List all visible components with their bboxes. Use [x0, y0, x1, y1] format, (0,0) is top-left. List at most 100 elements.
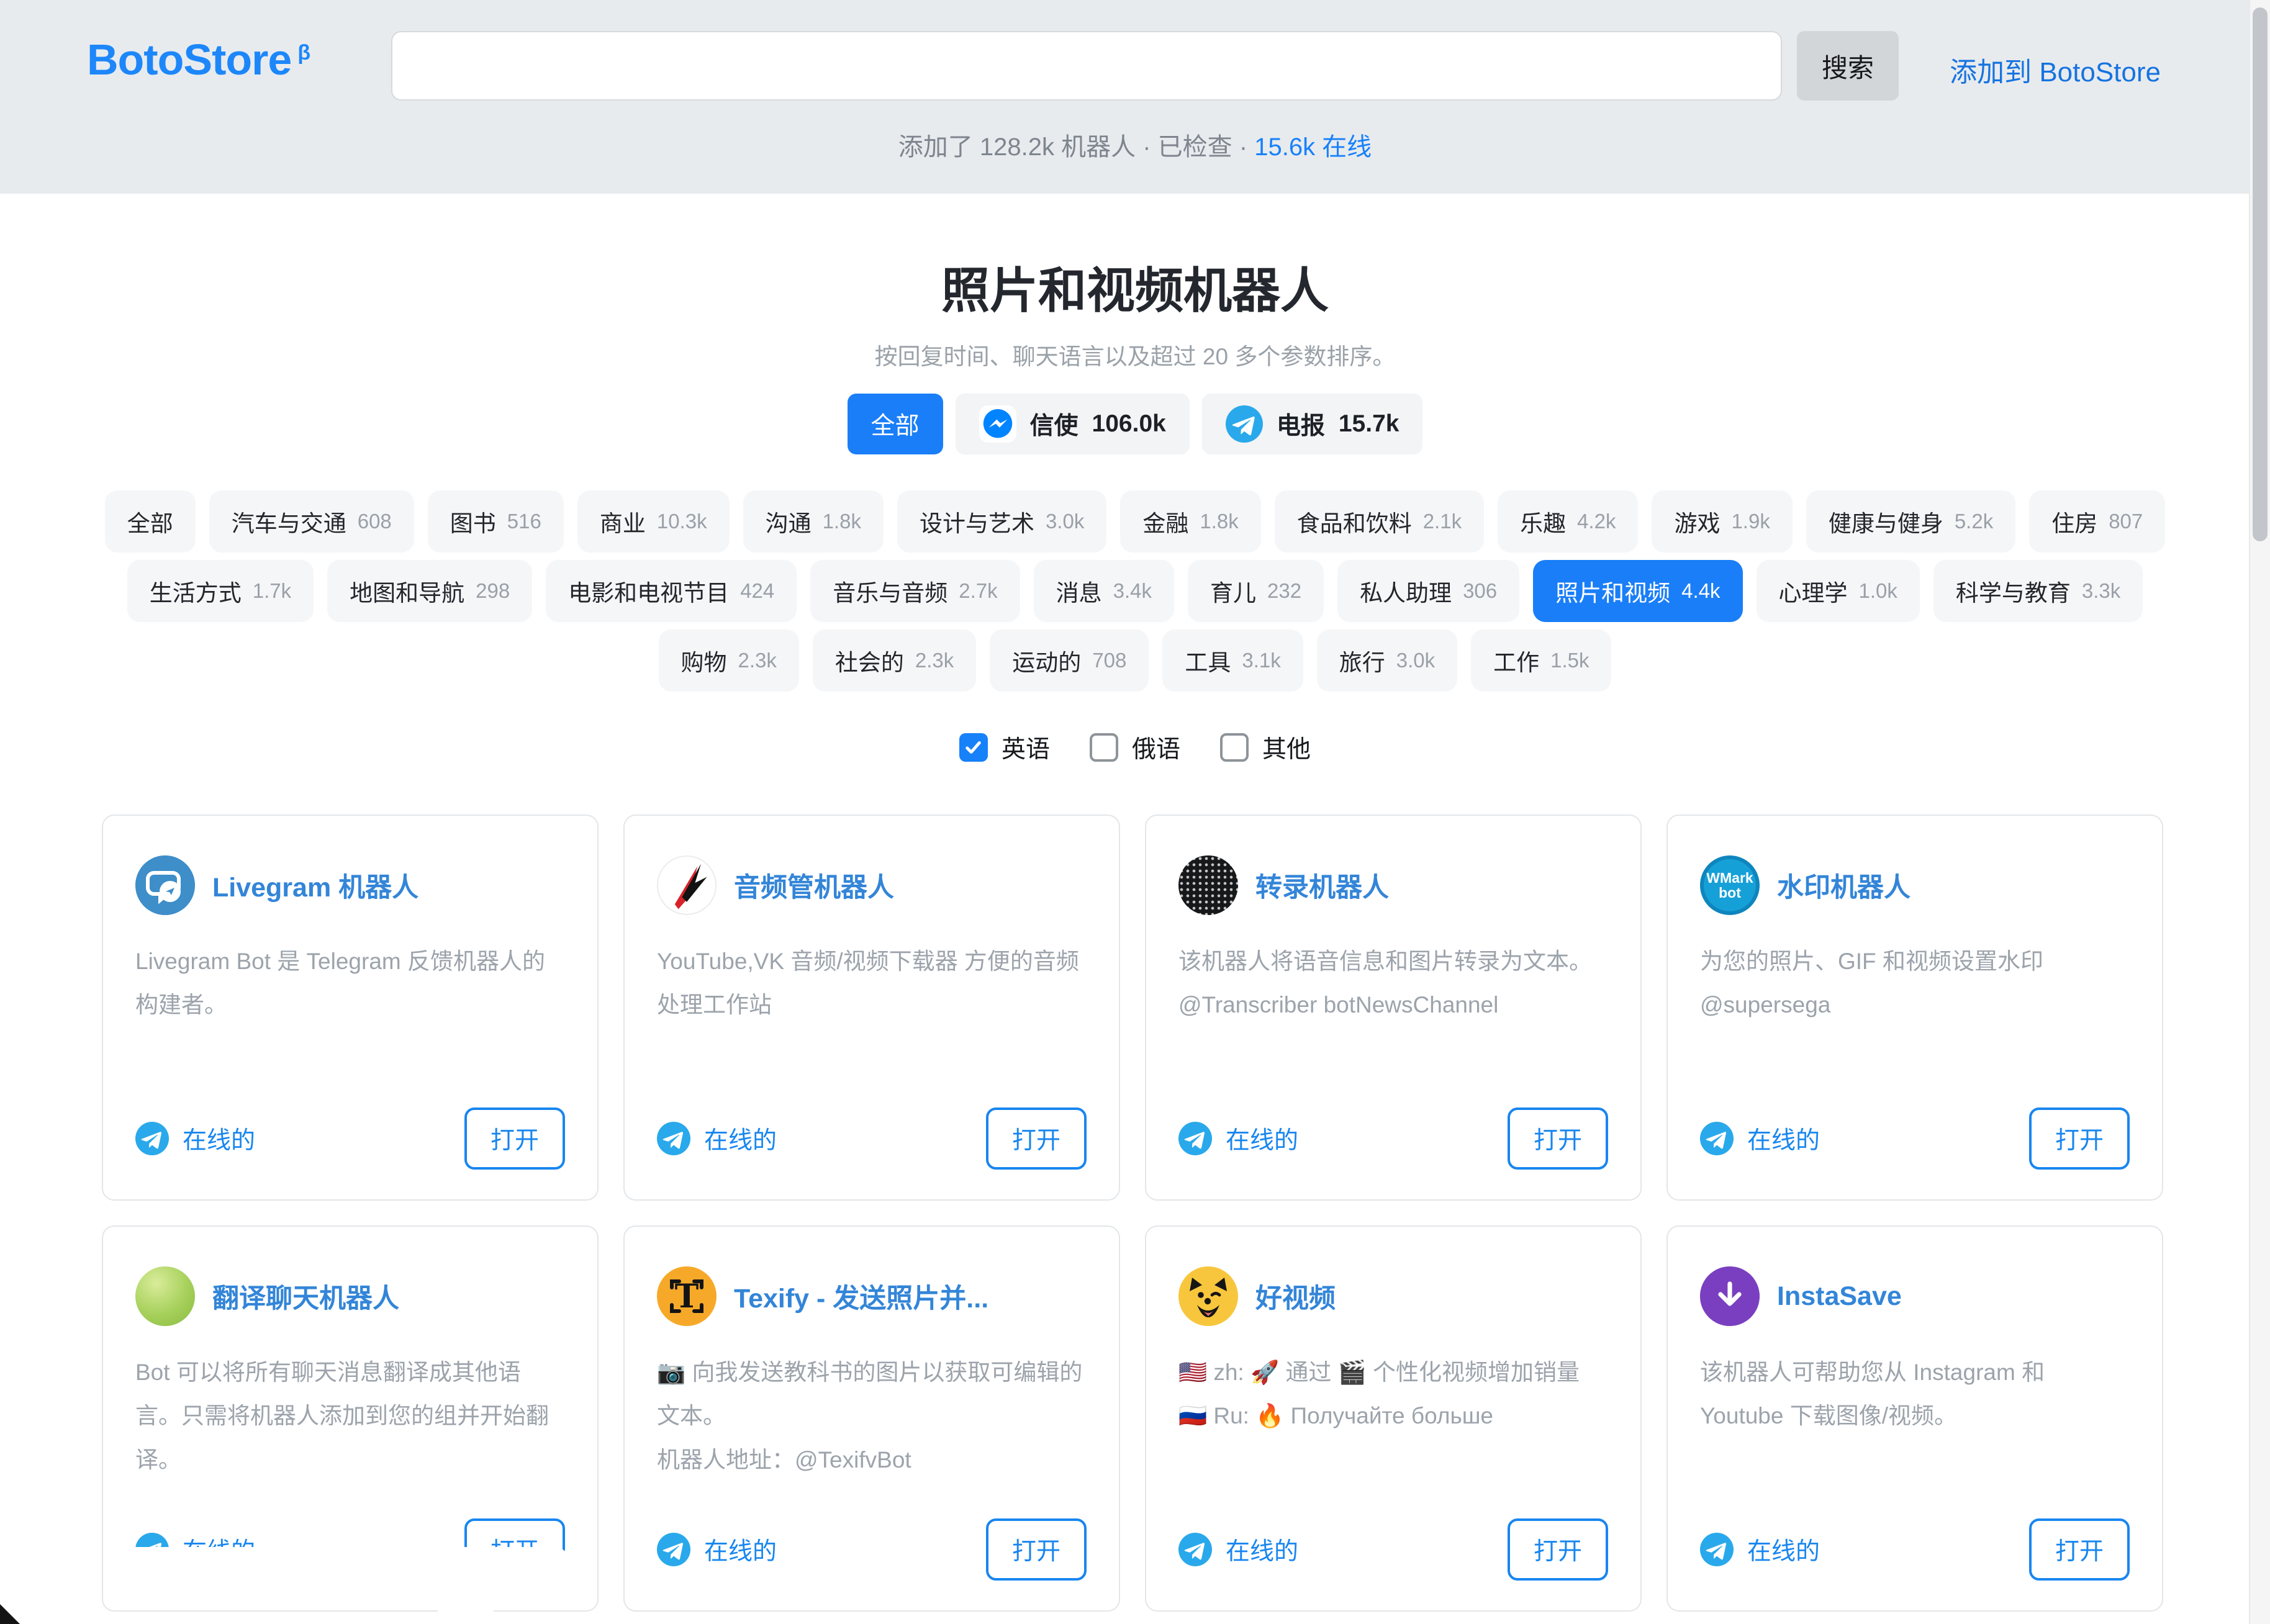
bot-card-footer: 在线的 打开: [1700, 1107, 2130, 1170]
category-tag[interactable]: 购物2.3k: [659, 629, 799, 692]
category-tag[interactable]: 科学与教育3.3k: [1933, 560, 2143, 622]
logo-text: BotoStore: [87, 35, 291, 84]
bot-status-label: 在线的: [1747, 1121, 1820, 1156]
category-tag[interactable]: 设计与艺术3.0k: [897, 490, 1106, 553]
bot-avatar-instasave-icon: [1700, 1266, 1760, 1326]
checkbox-unchecked-icon[interactable]: [1220, 733, 1249, 762]
category-tag[interactable]: 乐趣4.2k: [1498, 490, 1638, 553]
category-tag[interactable]: 运动的708: [990, 629, 1149, 692]
category-tag[interactable]: 地图和导航298: [327, 560, 532, 622]
category-tag[interactable]: 心理学1.0k: [1757, 560, 1920, 622]
category-tag[interactable]: 沟通1.8k: [743, 490, 884, 553]
logo[interactable]: BotoStoreβ: [87, 35, 310, 84]
category-tag[interactable]: 住房807: [2029, 490, 2165, 553]
scrollbar-track[interactable]: [2249, 0, 2270, 1624]
language-filter-row: 英语 俄语 其他: [0, 730, 2270, 765]
category-label: 社会的: [835, 644, 904, 677]
bot-title-link[interactable]: Livegram 机器人: [212, 866, 565, 904]
bot-avatar-wmark-icon: WMarkbot: [1700, 855, 1760, 915]
bot-card-header: Livegram 机器人: [135, 855, 565, 915]
open-button[interactable]: 打开: [2029, 1518, 2130, 1581]
category-tag[interactable]: 照片和视频4.4k: [1533, 560, 1742, 622]
category-label: 金融: [1142, 505, 1188, 538]
category-label: 照片和视频: [1555, 574, 1670, 608]
checkbox-checked-icon[interactable]: [959, 733, 988, 762]
platform-label: 信使: [1030, 407, 1078, 441]
search-button[interactable]: 搜索: [1797, 31, 1899, 101]
bot-card: Livegram 机器人 Livegram Bot 是 Telegram 反馈机器…: [102, 814, 599, 1201]
category-count: 424: [740, 579, 774, 603]
bot-status: 在线的: [657, 1121, 777, 1156]
stats-text: 添加了 128.2k 机器人 · 已检查 ·: [898, 133, 1254, 161]
logo-beta-badge: β: [297, 41, 310, 65]
bot-title-link[interactable]: 好视频: [1255, 1277, 1608, 1315]
bot-status: 在线的: [1700, 1121, 1820, 1156]
bot-title-link[interactable]: 翻译聊天机器人: [212, 1277, 565, 1315]
bot-card-header: 翻译聊天机器人: [135, 1266, 565, 1326]
category-tag[interactable]: 汽车与交通608: [209, 490, 414, 553]
open-button[interactable]: 打开: [2029, 1107, 2130, 1170]
language-checkbox-1[interactable]: 俄语: [1090, 730, 1180, 765]
open-button[interactable]: 打开: [464, 1107, 565, 1170]
category-tag[interactable]: 全部: [105, 490, 196, 553]
open-button[interactable]: 打开: [1508, 1518, 1608, 1581]
stats-online-count[interactable]: 15.6k 在线: [1254, 133, 1372, 161]
category-count: 2.3k: [738, 649, 777, 672]
category-tag[interactable]: 金融1.8k: [1120, 490, 1260, 553]
open-button[interactable]: 打开: [1508, 1107, 1608, 1170]
bot-title-link[interactable]: 音频管机器人: [734, 866, 1087, 904]
category-count: 1.0k: [1859, 579, 1897, 603]
platform-tab-all[interactable]: 全部: [848, 394, 943, 454]
open-button[interactable]: 打开: [986, 1518, 1087, 1581]
category-label: 音乐与音频: [833, 574, 947, 608]
bot-avatar-texify-icon: T: [657, 1266, 717, 1326]
bot-description-line: 🇷🇺 Ru: 🔥 Получайте больше: [1178, 1394, 1608, 1438]
category-count: 298: [476, 579, 510, 603]
category-count: 3.1k: [1242, 649, 1280, 672]
checkbox-unchecked-icon[interactable]: [1090, 733, 1118, 762]
telegram-icon: [1178, 1122, 1212, 1155]
bot-title-link[interactable]: 转录机器人: [1255, 866, 1608, 904]
bot-status: 在线的: [135, 1121, 255, 1156]
category-tag[interactable]: 工作1.5k: [1471, 629, 1611, 692]
platform-tab-messenger[interactable]: 信使 106.0k: [956, 394, 1190, 454]
category-tag[interactable]: 消息3.4k: [1034, 560, 1174, 622]
bot-avatar-livegram-icon: [135, 855, 195, 915]
bot-description: Livegram Bot 是 Telegram 反馈机器人的构建者。: [135, 940, 565, 1107]
category-tag[interactable]: 游戏1.9k: [1652, 490, 1792, 553]
bot-title-link[interactable]: Texify - 发送照片并...: [734, 1277, 1087, 1315]
platform-count: 106.0k: [1092, 410, 1166, 438]
overlay-artifact-tail: [437, 1602, 494, 1622]
bot-card-header: WMarkbot 水印机器人: [1700, 855, 2130, 915]
category-tag[interactable]: 食品和饮料2.1k: [1275, 490, 1484, 553]
category-tag[interactable]: 健康与健身5.2k: [1806, 490, 2015, 553]
category-tag[interactable]: 私人助理306: [1337, 560, 1519, 622]
open-button[interactable]: 打开: [986, 1107, 1087, 1170]
search-input[interactable]: [391, 31, 1782, 101]
category-tag[interactable]: 音乐与音频2.7k: [810, 560, 1020, 622]
category-tag[interactable]: 生活方式1.7k: [127, 560, 314, 622]
bot-description-line: @supersega: [1700, 983, 2130, 1027]
category-tag[interactable]: 旅行3.0k: [1317, 629, 1457, 692]
language-checkbox-2[interactable]: 其他: [1220, 730, 1311, 765]
category-tag[interactable]: 工具 3.1k: [1162, 629, 1303, 692]
bot-title-link[interactable]: 水印机器人: [1777, 866, 2130, 904]
category-count: 3.0k: [1046, 510, 1084, 533]
language-checkbox-0[interactable]: 英语: [959, 730, 1050, 765]
platform-tab-telegram[interactable]: 电报15.7k: [1202, 394, 1423, 454]
category-tag[interactable]: 育儿232: [1188, 560, 1324, 622]
bot-title-link[interactable]: InstaSave: [1777, 1281, 2130, 1312]
scrollbar-thumb[interactable]: [2253, 7, 2268, 541]
bot-card-footer: 在线的打开: [1178, 1107, 1608, 1170]
bot-card-header: 音频管机器人: [657, 855, 1087, 915]
category-tag[interactable]: 社会的2.3k: [813, 629, 976, 692]
bot-avatar-transcriber-icon: [1178, 855, 1238, 915]
category-tag[interactable]: 商业10.3k: [577, 490, 730, 553]
bot-description: YouTube,VK 音频/视频下载器 方便的音频处理工作站: [657, 940, 1087, 1107]
platform-label: 电报: [1277, 407, 1325, 441]
add-to-botostore-link[interactable]: 添加到 BotoStore: [1950, 50, 2161, 89]
category-tag[interactable]: 电影和电视节目424: [546, 560, 797, 622]
language-label: 其他: [1262, 730, 1311, 765]
category-label: 工具: [1185, 644, 1231, 677]
category-tag[interactable]: 图书516: [428, 490, 564, 553]
